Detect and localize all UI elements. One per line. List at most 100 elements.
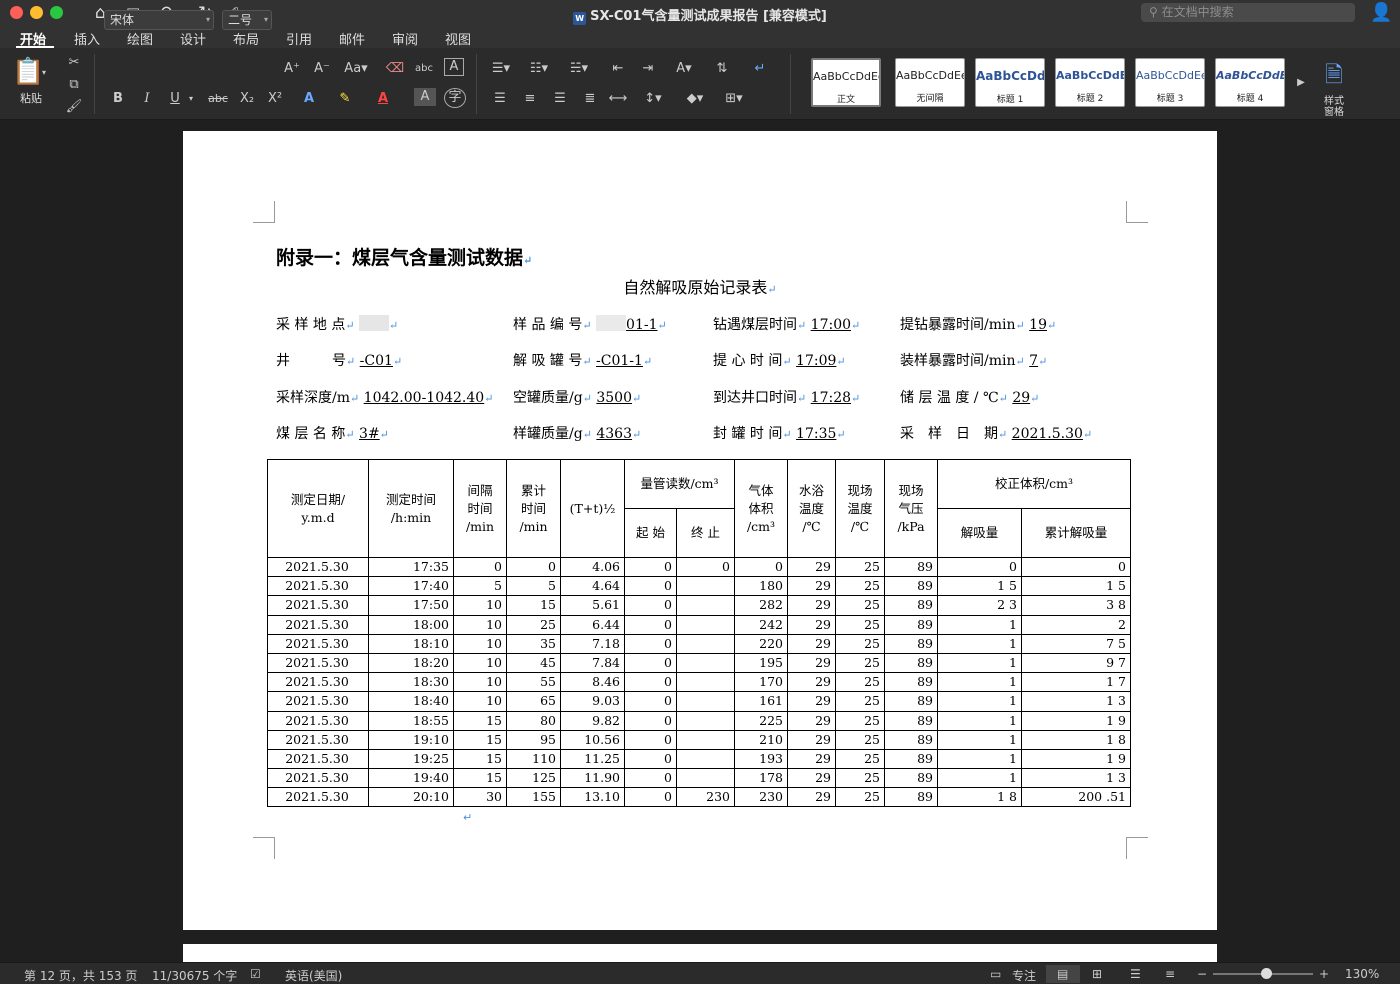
table-cell[interactable]: 25 bbox=[835, 748, 885, 770]
decrease-indent-icon[interactable]: ⇤ bbox=[606, 58, 630, 80]
meta-well[interactable]: 井 号↵ -C01↵ bbox=[276, 350, 402, 370]
table-cell[interactable]: 19:10 bbox=[368, 729, 454, 750]
table-cell[interactable]: 18:00 bbox=[368, 614, 454, 635]
table-cell[interactable]: 125 bbox=[506, 768, 561, 789]
focus-icon[interactable]: ▭ bbox=[990, 967, 1001, 981]
table-cell[interactable]: 95 bbox=[506, 729, 561, 750]
table-cell[interactable]: 1 bbox=[937, 768, 1022, 789]
table-cell[interactable]: 2021.5.30 bbox=[267, 576, 369, 597]
table-cell[interactable]: 0 bbox=[624, 729, 677, 750]
meta-coal-time[interactable]: 钻遇煤层时间↵ 17:00↵ bbox=[713, 314, 860, 334]
table-cell[interactable]: 89 bbox=[884, 576, 938, 597]
table-cell[interactable]: 170 bbox=[734, 672, 788, 693]
table-cell[interactable]: 20:10 bbox=[368, 787, 454, 808]
table-cell[interactable]: 29 bbox=[787, 748, 836, 770]
table-cell[interactable]: 29 bbox=[787, 768, 836, 789]
justify-icon[interactable]: ≣ bbox=[578, 88, 602, 110]
table-cell[interactable]: 1 3 bbox=[1021, 691, 1131, 712]
table-cell[interactable]: 0 bbox=[453, 556, 507, 578]
table-cell[interactable]: 2021.5.30 bbox=[267, 556, 369, 578]
table-cell[interactable]: 1 9 bbox=[1021, 748, 1131, 770]
table-cell[interactable]: 4.06 bbox=[560, 556, 625, 578]
draft-view-icon[interactable]: ≡ bbox=[1165, 967, 1175, 981]
table-cell[interactable]: 25 bbox=[506, 614, 561, 635]
table-cell[interactable]: 1 bbox=[937, 710, 1022, 731]
table-cell[interactable]: 5 bbox=[453, 576, 507, 597]
table-cell[interactable]: 19:25 bbox=[368, 748, 454, 770]
table-cell[interactable]: 89 bbox=[884, 652, 938, 674]
table-cell[interactable]: 2021.5.30 bbox=[267, 691, 369, 712]
table-cell[interactable]: 25 bbox=[835, 633, 885, 654]
table-cell[interactable]: 0 bbox=[624, 748, 677, 770]
table-cell[interactable]: 1 bbox=[937, 691, 1022, 712]
table-cell[interactable]: 4.64 bbox=[560, 576, 625, 597]
font-size-select[interactable]: 二号 ▾ bbox=[222, 10, 272, 30]
meta-empty-mass[interactable]: 空罐质量/g↵ 3500↵ bbox=[513, 387, 641, 407]
doc-subtitle[interactable]: 自然解吸原始记录表↵ bbox=[183, 274, 1217, 298]
table-cell[interactable]: 178 bbox=[734, 768, 788, 789]
font-color-icon[interactable]: A bbox=[372, 88, 394, 110]
meta-depth[interactable]: 采样深度/m↵ 1042.00-1042.40↵ bbox=[276, 387, 493, 407]
table-cell[interactable] bbox=[676, 576, 735, 597]
table-cell[interactable]: 15 bbox=[453, 710, 507, 731]
table-cell[interactable]: 0 bbox=[506, 556, 561, 578]
increase-indent-icon[interactable]: ⇥ bbox=[636, 58, 660, 80]
table-cell[interactable]: 29 bbox=[787, 672, 836, 693]
distributed-icon[interactable]: ⟷ bbox=[606, 88, 630, 110]
meta-sample-no[interactable]: 样 品 编 号↵ 01-1↵ bbox=[513, 314, 667, 334]
table-cell[interactable]: 10 bbox=[453, 614, 507, 635]
table-cell[interactable] bbox=[676, 729, 735, 750]
table-cell[interactable]: 1 bbox=[937, 652, 1022, 674]
table-cell[interactable]: 80 bbox=[506, 710, 561, 731]
table-cell[interactable]: 10 bbox=[453, 672, 507, 693]
table-cell[interactable]: 11.25 bbox=[560, 748, 625, 770]
table-cell[interactable]: 0 bbox=[734, 556, 788, 578]
table-cell[interactable]: 10 bbox=[453, 652, 507, 674]
style-heading-1[interactable]: AaBbCcDdI 标题 1 bbox=[975, 58, 1045, 107]
table-cell[interactable]: 0 bbox=[1021, 556, 1131, 578]
align-center-icon[interactable]: ≡ bbox=[518, 88, 542, 110]
table-cell[interactable]: 195 bbox=[734, 652, 788, 674]
table-cell[interactable]: 7.84 bbox=[560, 652, 625, 674]
table-cell[interactable]: 25 bbox=[835, 691, 885, 712]
table-cell[interactable]: 0 bbox=[624, 787, 677, 808]
table-cell[interactable]: 15 bbox=[453, 729, 507, 750]
table-cell[interactable]: 0 bbox=[624, 614, 677, 635]
doc-heading[interactable]: 附录一：煤层气含量测试数据↵ bbox=[276, 243, 532, 270]
table-cell[interactable]: 0 bbox=[624, 633, 677, 654]
numbering-icon[interactable]: ☷▾ bbox=[524, 58, 554, 80]
page-count[interactable]: 第 12 页，共 153 页 bbox=[24, 967, 137, 984]
document-page-next[interactable] bbox=[183, 944, 1217, 964]
table-cell[interactable]: 19:40 bbox=[368, 768, 454, 789]
table-cell[interactable]: 1 7 bbox=[1021, 672, 1131, 693]
table-cell[interactable]: 17:50 bbox=[368, 595, 454, 616]
table-cell[interactable]: 55 bbox=[506, 672, 561, 693]
table-cell[interactable]: 89 bbox=[884, 710, 938, 731]
style-heading-2[interactable]: AaBbCcDdEe标题 2 bbox=[1055, 58, 1125, 107]
table-cell[interactable]: 110 bbox=[506, 748, 561, 770]
account-icon[interactable]: 👤 bbox=[1370, 2, 1392, 23]
table-cell[interactable]: 180 bbox=[734, 576, 788, 597]
table-cell[interactable]: 9.82 bbox=[560, 710, 625, 731]
document-page[interactable]: 附录一：煤层气含量测试数据↵ 自然解吸原始记录表↵ 采 样 地 点↵ ↵ 样 品… bbox=[183, 131, 1217, 930]
table-cell[interactable] bbox=[676, 614, 735, 635]
table-cell[interactable]: 35 bbox=[506, 633, 561, 654]
table-cell[interactable]: 1 bbox=[937, 729, 1022, 750]
zoom-level[interactable]: 130% bbox=[1345, 967, 1379, 981]
zoom-out-button[interactable]: − bbox=[1197, 967, 1207, 981]
table-cell[interactable]: 25 bbox=[835, 729, 885, 750]
table-cell[interactable]: 65 bbox=[506, 691, 561, 712]
table-cell[interactable]: 200 .51 bbox=[1021, 787, 1131, 808]
table-cell[interactable]: 155 bbox=[506, 787, 561, 808]
subscript-button[interactable]: X₂ bbox=[236, 88, 258, 110]
table-cell[interactable]: 2021.5.30 bbox=[267, 768, 369, 789]
table-cell[interactable]: 25 bbox=[835, 652, 885, 674]
meta-seal-time[interactable]: 封 罐 时 间↵ 17:35↵ bbox=[713, 423, 846, 443]
table-cell[interactable]: 2 bbox=[1021, 614, 1131, 635]
highlight-icon[interactable]: ✎ bbox=[334, 88, 356, 110]
shading-icon[interactable]: ◆▾ bbox=[680, 88, 710, 110]
tab-references[interactable]: 引用 bbox=[286, 29, 312, 48]
meta-wellhead-time[interactable]: 到达井口时间↵ 17:28↵ bbox=[713, 387, 860, 407]
table-cell[interactable]: 29 bbox=[787, 633, 836, 654]
table-cell[interactable]: 10 bbox=[453, 633, 507, 654]
